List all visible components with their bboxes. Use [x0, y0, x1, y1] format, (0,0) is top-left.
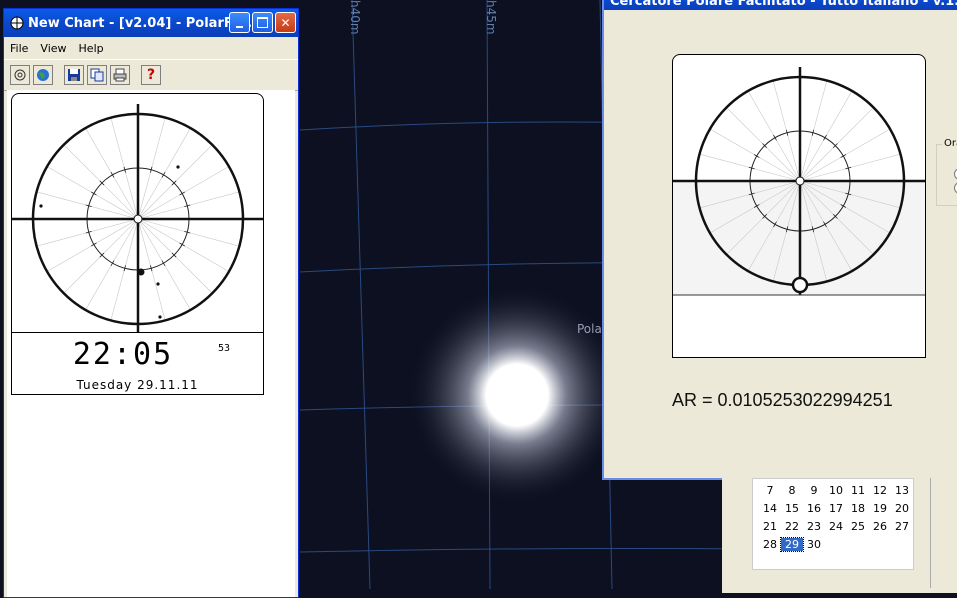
maximize-button[interactable]	[252, 12, 273, 33]
help-icon: ?	[146, 67, 156, 83]
chart-client-area[interactable]: 22:05 53 Tuesday 29.11.11	[7, 90, 295, 597]
menu-file[interactable]: File	[10, 42, 28, 55]
calendar-day[interactable]: 12	[869, 484, 891, 497]
calendar-day[interactable]: 28	[759, 538, 781, 551]
calendar-day[interactable]: 13	[891, 484, 913, 497]
polar-gauge-frame	[672, 54, 926, 358]
calendar-week-row: 14 15 16 17 18 19 20	[759, 499, 913, 517]
calendar-day[interactable]: 30	[803, 538, 825, 551]
window-title: New Chart - [v2.04] - PolarFi...	[28, 15, 253, 31]
star-dot	[176, 165, 180, 169]
close-icon: ✕	[280, 15, 291, 30]
save-button[interactable]	[64, 65, 84, 85]
center-pole	[795, 176, 805, 186]
calendar-divider	[930, 478, 935, 588]
grid-label-45m: h45m	[484, 0, 498, 35]
calendar-day[interactable]: 10	[825, 484, 847, 497]
calendar-day[interactable]: 7	[759, 484, 781, 497]
polaris-marker	[137, 268, 145, 276]
month-calendar: 7 8 9 10 11 12 13 14 15 16 17 18 19 20 21 22 23 24 25 26 27 2…	[752, 478, 914, 570]
center-pole	[133, 214, 143, 224]
calendar-day[interactable]: 14	[759, 502, 781, 515]
print-button[interactable]	[110, 65, 130, 85]
grid-label-40m: h40m	[348, 0, 362, 35]
polar-reticle[interactable]	[12, 94, 263, 332]
help-button[interactable]: ?	[141, 65, 161, 85]
calendar-day[interactable]: 15	[781, 502, 803, 515]
copy-button[interactable]	[87, 65, 107, 85]
calendar-day[interactable]: 11	[847, 484, 869, 497]
calendar-day[interactable]: 20	[891, 502, 913, 515]
star-dot	[158, 315, 162, 319]
copy-icon	[90, 68, 104, 82]
target-button[interactable]	[10, 65, 30, 85]
star-dot	[39, 204, 43, 208]
polaris-label: Pola	[577, 322, 602, 336]
menu-view[interactable]: View	[40, 42, 66, 55]
star-dot	[156, 282, 160, 286]
calendar-day[interactable]: 26	[869, 520, 891, 533]
window-title: Cercatore Polare Facilitato - Tutto Ital…	[610, 0, 957, 9]
calendar-day[interactable]: 23	[803, 520, 825, 533]
calendar-day-selected[interactable]: 29	[780, 536, 804, 552]
polar-reticle[interactable]	[673, 55, 925, 357]
calendar-day[interactable]: 16	[803, 502, 825, 515]
calendar-day[interactable]: 19	[869, 502, 891, 515]
calendar-day[interactable]: 21	[759, 520, 781, 533]
calendar-day[interactable]: 25	[847, 520, 869, 533]
polar-chart-card: 22:05 53 Tuesday 29.11.11	[11, 93, 264, 395]
calendar-day[interactable]: 18	[847, 502, 869, 515]
polaris-marker	[791, 276, 809, 294]
calendar-day[interactable]: 17	[825, 502, 847, 515]
calendar-day[interactable]: 8	[781, 484, 803, 497]
polaris-star[interactable]	[407, 285, 627, 505]
menu-help[interactable]: Help	[79, 42, 104, 55]
cercatore-polare-window[interactable]: Cercatore Polare Facilitato - Tutto Ital…	[602, 0, 957, 480]
print-icon	[113, 68, 127, 82]
minimize-button[interactable]	[229, 12, 250, 33]
title-bar[interactable]: New Chart - [v2.04] - PolarFi... ✕	[4, 9, 298, 37]
calendar-day[interactable]: 27	[891, 520, 913, 533]
menu-bar: File View Help	[4, 37, 298, 59]
calendar-day[interactable]: 22	[781, 520, 803, 533]
globe-button[interactable]	[33, 65, 53, 85]
polarfinder-window[interactable]: New Chart - [v2.04] - PolarFi... ✕ File …	[3, 8, 299, 598]
time-group-label: Ora	[942, 138, 957, 149]
clock-seconds: 53	[218, 343, 231, 354]
ar-readout: AR = 0.0105253022994251	[672, 390, 893, 410]
calendar-day[interactable]: 24	[825, 520, 847, 533]
app-icon	[10, 16, 24, 30]
globe-icon	[37, 69, 49, 81]
calendar-week-row: 21 22 23 24 25 26 27	[759, 517, 913, 535]
target-icon	[14, 69, 26, 81]
title-bar[interactable]: Cercatore Polare Facilitato - Tutto Ital…	[604, 0, 957, 10]
calendar-day[interactable]: 9	[803, 484, 825, 497]
calendar-week-row: 28 29 30	[759, 535, 913, 553]
clock-date: Tuesday 29.11.11	[76, 378, 199, 392]
maximize-icon	[257, 17, 268, 28]
calendar-grid: 7 8 9 10 11 12 13 14 15 16 17 18 19 20 21 22 23 24 25 26 27 2…	[759, 481, 913, 553]
close-button[interactable]: ✕	[275, 12, 296, 33]
clock-panel: 22:05 53 Tuesday 29.11.11	[12, 332, 263, 394]
calendar-window[interactable]: 7 8 9 10 11 12 13 14 15 16 17 18 19 20 21 22 23 24 25 26 27 2…	[722, 478, 957, 593]
minimize-icon	[236, 25, 243, 28]
clock-time: 22:05	[72, 337, 174, 372]
save-icon	[68, 69, 80, 81]
toolbar: ?	[4, 59, 298, 91]
calendar-week-row: 7 8 9 10 11 12 13	[759, 481, 913, 499]
